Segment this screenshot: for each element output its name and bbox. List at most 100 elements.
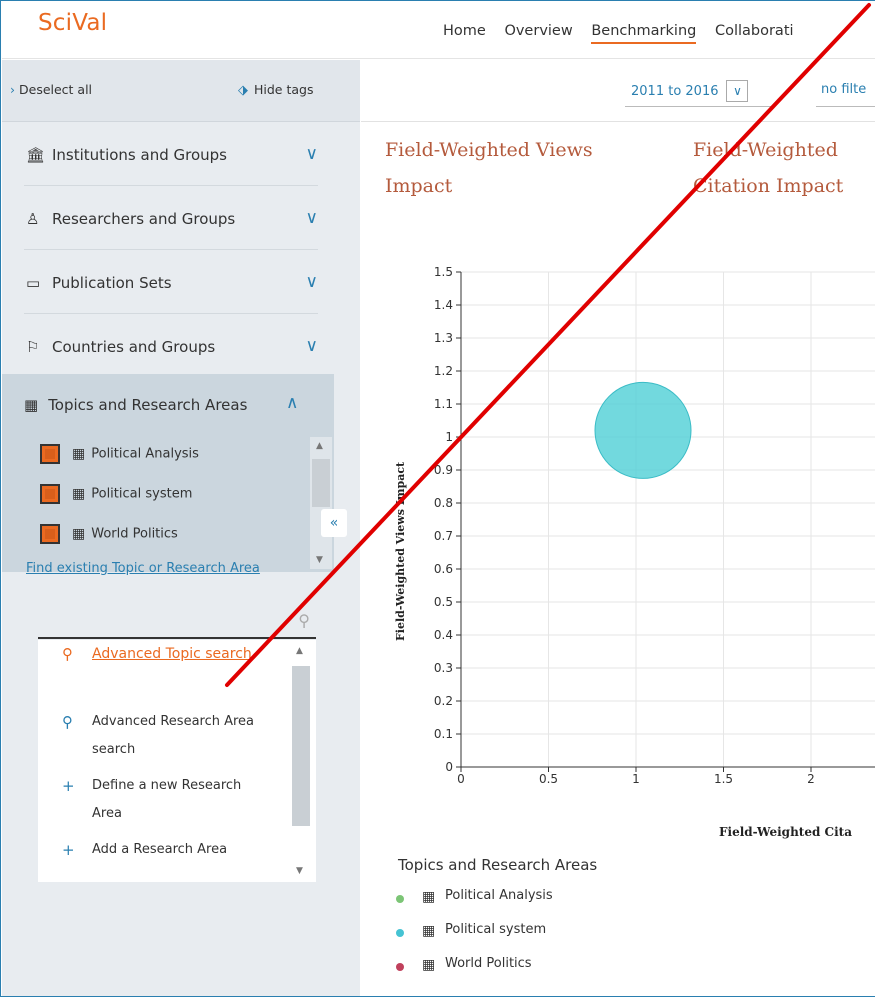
- scroll-up-icon[interactable]: ▲: [296, 646, 303, 656]
- topic-checkbox[interactable]: [40, 484, 60, 504]
- scroll-down-icon[interactable]: ▼: [316, 555, 323, 565]
- deselect-all-button[interactable]: › Deselect all: [10, 82, 92, 97]
- app-frame: SciVal Home Overview Benchmarking Collab…: [0, 0, 875, 997]
- y-tick-label: 0.1: [434, 727, 453, 741]
- y-tick-label: 1.1: [434, 397, 453, 411]
- legend-dot: [396, 963, 404, 971]
- topic-icon: ▦: [422, 889, 436, 905]
- legend-dot: [396, 895, 404, 903]
- chevron-down-icon[interactable]: ∨: [306, 208, 318, 228]
- collapse-sidebar-button[interactable]: «: [321, 509, 347, 537]
- y-tick-label: 1.3: [434, 331, 453, 345]
- topic-list-scrollbar[interactable]: ▲ ▼: [310, 437, 332, 569]
- search-options-menu: ⚲ Advanced Topic search ⚲ Advanced Resea…: [38, 640, 316, 882]
- y-tick-label: 0.6: [434, 562, 453, 576]
- scrollbar-thumb[interactable]: [292, 666, 310, 826]
- chevron-right-icon: ›: [10, 82, 15, 97]
- tag-icon: ⬗: [238, 83, 248, 98]
- chevron-down-icon[interactable]: ∨: [306, 272, 318, 292]
- x-tick-label: 0.5: [539, 772, 558, 786]
- section-researchers[interactable]: ♙ Researchers and Groups ∨: [24, 186, 318, 250]
- chart-legend: Topics and Research Areas ▦ Political An…: [386, 856, 866, 990]
- scrollbar-thumb[interactable]: [312, 459, 330, 507]
- year-select-underline: [625, 106, 775, 107]
- x-tick-label: 2: [807, 772, 815, 786]
- topic-checkbox[interactable]: [40, 444, 60, 464]
- y-tick-label: 0.5: [434, 595, 453, 609]
- topic-item[interactable]: ▦ World Politics: [40, 524, 178, 546]
- section-countries[interactable]: ⚐ Countries and Groups ∨: [24, 314, 318, 378]
- legend-label: Political Analysis: [445, 888, 553, 903]
- document-icon: ▭: [26, 274, 41, 292]
- topic-search-input[interactable]: ⚲: [38, 611, 316, 639]
- nav-overview[interactable]: Overview: [504, 23, 572, 39]
- y-tick-label: 0: [445, 760, 453, 774]
- legend-label: World Politics: [445, 956, 532, 971]
- x-tick-label: 1.5: [714, 772, 733, 786]
- chevron-down-icon[interactable]: ∨: [726, 80, 749, 102]
- section-publication-sets[interactable]: ▭ Publication Sets ∨: [24, 250, 318, 314]
- menu-item-label: Advanced Topic search: [92, 646, 252, 662]
- x-metric-selector[interactable]: Field-Weighted Citation Impact: [693, 132, 873, 204]
- topics-section-header[interactable]: ▦ Topics and Research Areas ∧: [24, 393, 298, 414]
- topic-label: Political Analysis: [91, 446, 199, 462]
- x-tick-label: 0: [457, 772, 465, 786]
- topic-icon: ▦: [72, 486, 86, 502]
- y-tick-label: 0.4: [434, 628, 453, 642]
- topic-icon: ▦: [422, 923, 436, 939]
- filter-select[interactable]: no filte: [821, 82, 866, 97]
- define-research-area-option[interactable]: + Define a new Research Area: [62, 772, 272, 828]
- find-topic-link[interactable]: Find existing Topic or Research Area: [26, 555, 296, 582]
- legend-item[interactable]: ▦ Political Analysis: [386, 888, 866, 922]
- topic-list: ▦ Political Analysis ▦ Political system ▦ W…: [2, 438, 334, 572]
- chevron-up-icon[interactable]: ∧: [286, 393, 298, 413]
- y-tick-label: 0.3: [434, 661, 453, 675]
- topics-panel: ▦ Topics and Research Areas ∧ ▦ Political …: [2, 374, 334, 572]
- topic-item[interactable]: ▦ Political system: [40, 484, 192, 506]
- nav-collaboration[interactable]: Collaborati: [715, 23, 794, 39]
- menu-scrollbar[interactable]: ▲ ▼: [290, 640, 312, 882]
- scroll-up-icon[interactable]: ▲: [316, 441, 323, 451]
- year-range-value: 2011 to 2016: [631, 84, 719, 99]
- x-tick-label: 1: [632, 772, 640, 786]
- legend-item[interactable]: ▦ Political system: [386, 922, 866, 956]
- nav-home[interactable]: Home: [443, 23, 486, 39]
- section-institutions[interactable]: 🏛 Institutions and Groups ∨: [24, 122, 318, 186]
- topic-item[interactable]: ▦ Political Analysis: [40, 444, 199, 466]
- legend-dot: [396, 929, 404, 937]
- year-range-select[interactable]: 2011 to 2016 ∨: [631, 80, 749, 102]
- search-icon: ⚲: [62, 713, 73, 731]
- hide-tags-button[interactable]: ⬗ Hide tags: [238, 82, 313, 98]
- chart-toolbar: 2011 to 2016 ∨ no filte: [361, 60, 875, 122]
- double-chevron-left-icon: «: [329, 515, 339, 531]
- topics-header-label: Topics and Research Areas: [48, 396, 248, 414]
- topic-label: Political system: [91, 486, 193, 502]
- topics-grid-icon: ▦: [24, 396, 39, 414]
- add-research-area-option[interactable]: + Add a Research Area: [62, 836, 272, 864]
- section-label: Institutions and Groups: [52, 146, 227, 164]
- topic-checkbox[interactable]: [40, 524, 60, 544]
- y-tick-label: 0.7: [434, 529, 453, 543]
- y-metric-selector[interactable]: Field-Weighted Views Impact: [385, 132, 665, 204]
- chevron-down-icon[interactable]: ∨: [306, 336, 318, 356]
- chevron-down-icon[interactable]: ∨: [306, 144, 318, 164]
- section-label: Publication Sets: [52, 274, 172, 292]
- y-tick-label: 1: [445, 430, 453, 444]
- advanced-topic-search-option[interactable]: ⚲ Advanced Topic search: [62, 640, 272, 668]
- menu-item-label: Add a Research Area: [92, 842, 228, 857]
- section-label: Researchers and Groups: [52, 210, 236, 228]
- advanced-research-area-search-option[interactable]: ⚲ Advanced Research Area search: [62, 708, 272, 764]
- menu-item-label: Define a new Research Area: [92, 778, 242, 821]
- y-axis-label: Field-Weighted Views Impact: [394, 461, 407, 641]
- scroll-down-icon[interactable]: ▼: [296, 866, 303, 876]
- topic-icon: ▦: [72, 526, 86, 542]
- legend-item[interactable]: ▦ World Politics: [386, 956, 866, 990]
- section-label: Countries and Groups: [52, 338, 216, 356]
- scival-logo[interactable]: SciVal: [38, 10, 107, 36]
- y-tick-label: 1.2: [434, 364, 453, 378]
- topic-label: World Politics: [91, 526, 178, 542]
- bubble-political-system: [594, 381, 692, 479]
- nav-benchmarking[interactable]: Benchmarking: [591, 23, 697, 44]
- sidebar: › Deselect all ⬗ Hide tags 🏛 Institutions …: [2, 60, 360, 996]
- menu-item-label: Advanced Research Area search: [92, 714, 255, 757]
